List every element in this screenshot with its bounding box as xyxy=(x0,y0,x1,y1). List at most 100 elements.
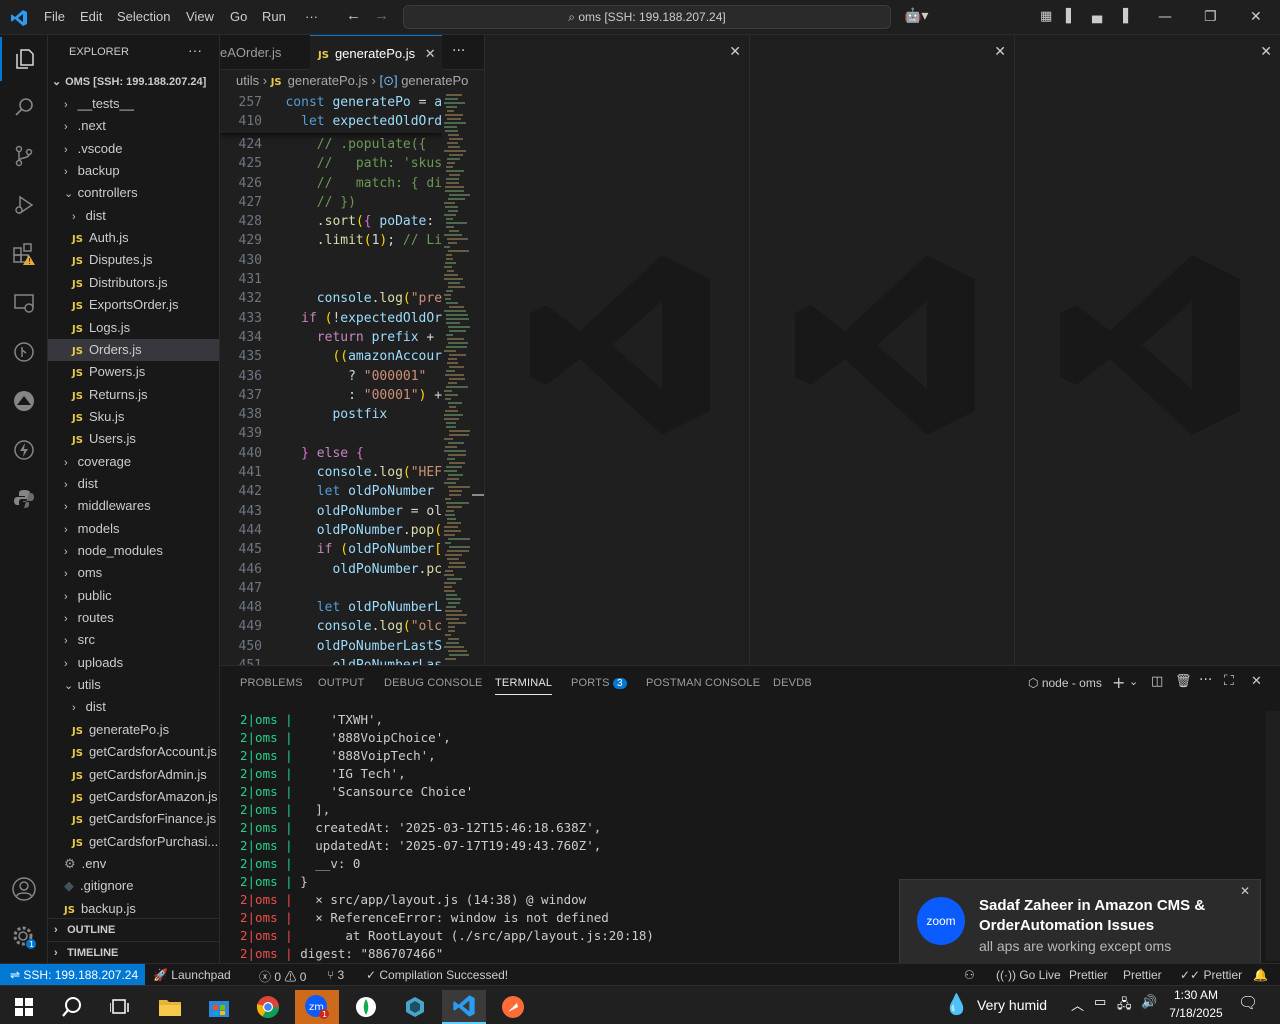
tab-output[interactable]: OUTPUT xyxy=(318,677,364,689)
tree-folder[interactable]: › dist xyxy=(48,205,219,227)
code-line[interactable]: 448 let oldPoNumberL xyxy=(220,598,442,617)
code-line[interactable]: 429 .limit(1); // Li xyxy=(220,231,442,250)
code-line[interactable]: 446 oldPoNumber.pc xyxy=(220,560,442,579)
tab-devdb[interactable]: DEVDB xyxy=(773,677,812,689)
tree-file[interactable]: JS getCardsforPurchasi... xyxy=(48,831,219,853)
breadcrumb-utils[interactable]: utils xyxy=(236,73,259,88)
maximize-panel-icon[interactable]: ⛶ xyxy=(1224,673,1234,689)
search-view-icon[interactable] xyxy=(0,85,48,129)
tree-file[interactable]: JS Auth.js xyxy=(48,227,219,249)
tab-debug-console[interactable]: DEBUG CONSOLE xyxy=(384,677,483,689)
code-line[interactable]: 433 if (!expectedOldOr xyxy=(220,309,442,328)
tree-file[interactable]: JS backup.js xyxy=(48,898,219,920)
sticky-line[interactable]: 410 let expectedOldOrd xyxy=(220,112,442,131)
tree-folder[interactable]: › node_modules xyxy=(48,540,219,562)
gitlens-icon[interactable] xyxy=(0,379,48,423)
menu-selection[interactable]: Selection xyxy=(117,9,170,24)
terminal-selector[interactable]: ⬡ node - oms xyxy=(1028,676,1102,690)
clock-date[interactable]: 7/18/2025 xyxy=(1164,1006,1228,1020)
tree-folder[interactable]: › __tests__ xyxy=(48,93,219,115)
copilot-icon[interactable]: 🤖▾ xyxy=(904,8,928,24)
code-line[interactable]: 449 console.log("olc xyxy=(220,617,442,636)
settings-gear-icon[interactable]: 1 xyxy=(0,915,48,959)
code-line[interactable]: 430 xyxy=(220,251,442,270)
tab-exportsorder[interactable]: eAOrder.js xyxy=(220,35,289,70)
code-line[interactable]: 426 // match: { di xyxy=(220,174,442,193)
menu-edit[interactable]: Edit xyxy=(80,9,102,24)
notification-center-icon[interactable]: 🗨 xyxy=(1238,993,1258,1012)
tree-file[interactable]: ◆ .gitignore xyxy=(48,875,219,897)
code-line[interactable]: 442 let oldPoNumber xyxy=(220,482,442,501)
back-arrow-icon[interactable]: ← xyxy=(346,7,361,24)
tree-folder[interactable]: › .vscode xyxy=(48,138,219,160)
tab-postman-console[interactable]: POSTMAN CONSOLE xyxy=(646,677,760,689)
tree-file[interactable]: JS getCardsforAdmin.js xyxy=(48,764,219,786)
tree-file[interactable]: JS Disputes.js xyxy=(48,249,219,271)
tree-file[interactable]: JS generatePo.js xyxy=(48,719,219,741)
restore-icon[interactable]: ❐ xyxy=(1204,9,1217,25)
terminal-scrollbar[interactable] xyxy=(1266,711,1280,961)
remote-explorer-icon[interactable] xyxy=(0,281,48,325)
bell-icon[interactable]: 🔔 xyxy=(1253,968,1268,982)
extensions-icon[interactable]: ! xyxy=(0,232,48,276)
toggle-sidebar-icon[interactable]: ▌ xyxy=(1066,9,1076,24)
code-line[interactable]: 447 xyxy=(220,579,442,598)
tree-file[interactable]: JS getCardsforAccount.js xyxy=(48,741,219,763)
python-icon[interactable] xyxy=(0,477,48,521)
code-line[interactable]: 427 // }) xyxy=(220,193,442,212)
vscode-taskbar-icon[interactable] xyxy=(442,990,486,1024)
tray-chevron-up-icon[interactable]: ︿ xyxy=(1071,995,1084,1014)
go-live-item[interactable]: ((·)) Go Live xyxy=(996,968,1061,982)
code-line[interactable]: 428 .sort({ poDate: xyxy=(220,212,442,231)
tree-file[interactable]: JS ExportsOrder.js xyxy=(48,294,219,316)
taskbar-search-icon[interactable] xyxy=(50,990,94,1024)
split-terminal-icon[interactable]: ◫ xyxy=(1151,674,1163,689)
code-line[interactable]: 441 console.log("HEF xyxy=(220,463,442,482)
code-line[interactable]: 445 if (oldPoNumber[ xyxy=(220,540,442,559)
tree-file[interactable]: ⚙ .env xyxy=(48,853,219,875)
zoom-taskbar-icon[interactable]: zm 1 xyxy=(295,990,339,1024)
tree-folder[interactable]: › uploads xyxy=(48,652,219,674)
tree-folder[interactable]: › dist xyxy=(48,696,219,718)
tree-file[interactable]: JS Orders.js xyxy=(48,338,219,361)
timeline-section[interactable]: › TIMELINE xyxy=(48,941,219,963)
close-group-icon[interactable]: ✕ xyxy=(729,44,741,60)
code-line[interactable]: 431 xyxy=(220,270,442,289)
git-graph-icon[interactable] xyxy=(0,330,48,374)
code-line[interactable]: 450 oldPoNumberLastS xyxy=(220,637,442,656)
tree-folder[interactable]: › public xyxy=(48,585,219,607)
tree-file[interactable]: JS Users.js xyxy=(48,428,219,450)
volume-icon[interactable]: 🔊 xyxy=(1141,995,1157,1010)
code-line[interactable]: 451 oldPoNumberLas xyxy=(220,656,442,665)
tree-file[interactable]: JS Distributors.js xyxy=(48,272,219,294)
weather-icon[interactable]: 💧 xyxy=(944,992,969,1016)
menu-run[interactable]: Run xyxy=(262,9,286,24)
menu-more[interactable]: ··· xyxy=(305,9,318,24)
breadcrumb-file[interactable]: generatePo.js xyxy=(288,73,368,88)
problems-indicator[interactable]: ⓧ 0 ⚠ 0 xyxy=(259,968,306,985)
close-panel-icon[interactable]: ✕ xyxy=(1251,674,1262,689)
command-center[interactable]: ⌕ oms [SSH: 199.188.207.24] xyxy=(403,5,891,29)
remote-indicator[interactable]: ⇌ SSH: 199.188.207.24 xyxy=(0,964,145,986)
code-line[interactable]: 438 postfix xyxy=(220,405,442,424)
close-group-icon[interactable]: ✕ xyxy=(994,44,1006,60)
zoom-notification[interactable]: zoom Sadaf Zaheer in Amazon CMS & OrderA… xyxy=(899,879,1261,971)
menu-view[interactable]: View xyxy=(186,9,214,24)
mongodb-compass-icon[interactable] xyxy=(344,990,388,1024)
tree-folder[interactable]: › backup xyxy=(48,160,219,182)
tree-folder[interactable]: › coverage xyxy=(48,451,219,473)
tree-folder[interactable]: › src xyxy=(48,629,219,651)
tree-file[interactable]: JS Logs.js xyxy=(48,317,219,339)
tree-folder[interactable]: › models xyxy=(48,518,219,540)
code-line[interactable]: 437 : "00001") + xyxy=(220,386,442,405)
tree-folder[interactable]: ⌄ utils xyxy=(48,674,219,696)
battery-icon[interactable]: ▭ xyxy=(1094,995,1106,1010)
tree-file[interactable]: JS getCardsforFinance.js xyxy=(48,808,219,830)
copilot-status-icon[interactable]: ⚇ xyxy=(964,968,975,982)
prettier-item-1[interactable]: Prettier xyxy=(1069,968,1108,982)
close-notification-icon[interactable]: ✕ xyxy=(1240,884,1250,898)
tree-folder[interactable]: › .next xyxy=(48,115,219,137)
code-line[interactable]: 435 ((amazonAccour xyxy=(220,347,442,366)
tree-folder[interactable]: › middlewares xyxy=(48,495,219,517)
chevron-down-icon[interactable]: ⌄ xyxy=(1129,675,1138,688)
